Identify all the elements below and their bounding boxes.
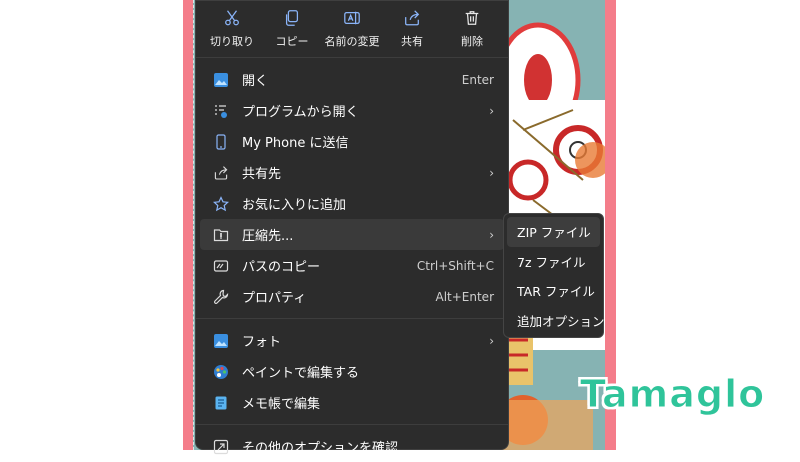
delete-label: 削除 <box>461 35 483 48</box>
phone-icon <box>212 133 230 151</box>
menu-item-open-with[interactable]: プログラムから開く › <box>200 95 504 126</box>
share-icon <box>405 10 420 26</box>
photos-icon <box>212 332 230 350</box>
cut-label: 切り取り <box>210 35 254 48</box>
chevron-right-icon: › <box>489 103 494 118</box>
menu-item-share-to[interactable]: 共有先 › <box>200 157 504 188</box>
chevron-right-icon: › <box>489 227 494 242</box>
compress-submenu: ZIP ファイル 7z ファイル TAR ファイル 追加オプション <box>503 213 605 338</box>
notepad-icon <box>212 394 230 412</box>
watermark-logo: Tamaglo <box>579 372 766 417</box>
submenu-item-7z[interactable]: 7z ファイル <box>507 247 600 277</box>
submenu-item-tar[interactable]: TAR ファイル <box>507 276 600 306</box>
share-to-label: 共有先 <box>242 167 282 182</box>
paint-icon <box>212 363 230 381</box>
menu-item-more-options[interactable]: その他のオプションを確認 <box>200 431 504 462</box>
scissors-icon <box>225 10 239 26</box>
star-icon <box>212 195 230 213</box>
notepad-label: メモ帳で編集 <box>242 397 321 412</box>
trash-icon <box>465 11 479 25</box>
photos-label: フォト <box>242 335 282 350</box>
context-menu: 切り取り コピー 名前の変更 共有 削除 開く Enter プログラムから開く … <box>195 0 509 456</box>
more-options-icon <box>212 438 230 456</box>
share-label: 共有 <box>401 35 423 48</box>
cut-button[interactable]: 切り取り <box>202 1 262 57</box>
copy-label: コピー <box>275 35 309 48</box>
compress-label: 圧縮先... <box>242 229 294 244</box>
menu-item-copy-path[interactable]: パスのコピー Ctrl+Shift+C <box>200 250 504 281</box>
copy-path-label: パスのコピー <box>242 260 321 275</box>
menu-item-notepad[interactable]: メモ帳で編集 <box>200 387 504 418</box>
more-options-label: その他のオプションを確認 <box>242 441 399 456</box>
send-phone-label: My Phone に送信 <box>242 136 349 151</box>
open-shortcut: Enter <box>461 72 494 87</box>
favorite-label: お気に入りに追加 <box>242 198 347 213</box>
photos-icon <box>212 71 230 89</box>
menu-divider <box>196 318 508 319</box>
submenu-item-zip[interactable]: ZIP ファイル <box>507 217 600 247</box>
copy-icon <box>285 10 299 26</box>
menu-item-properties[interactable]: プロパティ Alt+Enter <box>200 281 504 312</box>
menu-item-open[interactable]: 開く Enter <box>200 64 504 95</box>
menu-item-paint[interactable]: ペイントで編集する <box>200 356 504 387</box>
menu-item-photos[interactable]: フォト › <box>200 325 504 356</box>
share-button[interactable]: 共有 <box>382 1 442 57</box>
open-label: 開く <box>242 74 269 89</box>
menu-divider <box>196 424 508 425</box>
menu-item-send-to-phone[interactable]: My Phone に送信 <box>200 126 504 157</box>
open-with-label: プログラムから開く <box>242 105 359 120</box>
wrench-icon <box>212 288 230 306</box>
properties-shortcut: Alt+Enter <box>435 289 494 304</box>
rename-icon <box>344 11 360 25</box>
chevron-right-icon: › <box>489 165 494 180</box>
menu-item-compress[interactable]: 圧縮先... › <box>200 219 504 250</box>
chevron-right-icon: › <box>489 333 494 348</box>
properties-label: プロパティ <box>242 291 307 306</box>
share-icon <box>212 164 230 182</box>
quick-action-bar: 切り取り コピー 名前の変更 共有 削除 <box>196 1 508 58</box>
archive-icon <box>212 226 230 244</box>
apps-icon <box>212 102 230 120</box>
submenu-item-more-options[interactable]: 追加オプション <box>507 306 605 336</box>
rename-button[interactable]: 名前の変更 <box>322 1 382 57</box>
delete-button[interactable]: 削除 <box>442 1 502 57</box>
menu-item-add-favorite[interactable]: お気に入りに追加 <box>200 188 504 219</box>
path-icon <box>212 257 230 275</box>
copy-button[interactable]: コピー <box>262 1 322 57</box>
paint-label: ペイントで編集する <box>242 366 360 381</box>
copy-path-shortcut: Ctrl+Shift+C <box>416 258 494 273</box>
rename-label: 名前の変更 <box>324 35 380 48</box>
